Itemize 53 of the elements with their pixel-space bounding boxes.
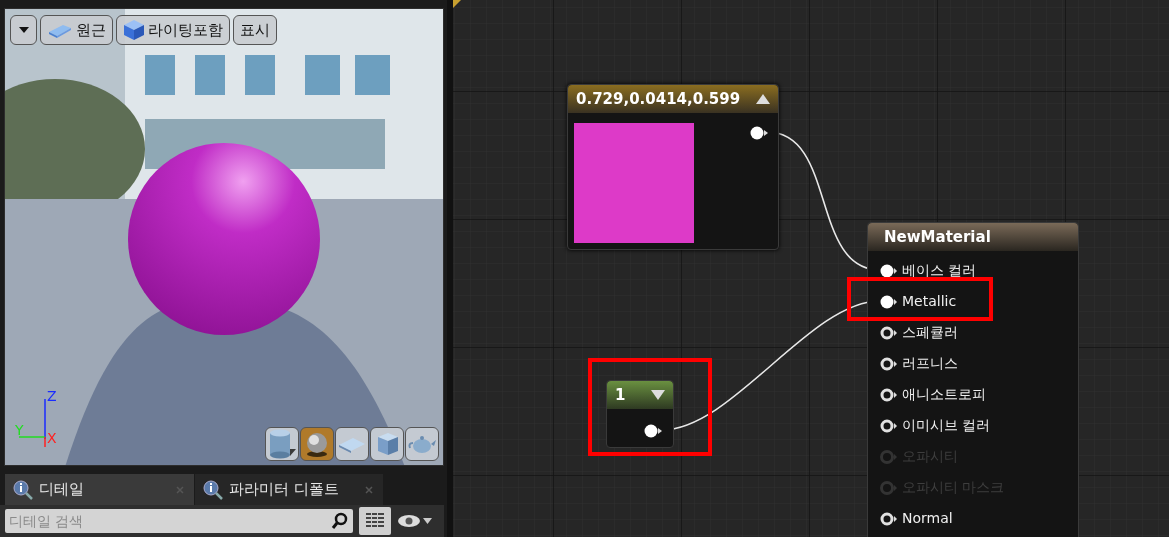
output-pin-icon[interactable] xyxy=(750,126,768,140)
preview-shape-button[interactable] xyxy=(335,427,369,461)
preview-shape-button[interactable] xyxy=(300,427,334,461)
panel-tab[interactable]: 디테일 xyxy=(5,474,194,505)
collapse-icon[interactable] xyxy=(756,94,770,104)
input-pin-icon[interactable] xyxy=(880,387,898,402)
pin-label: 스페큘러 xyxy=(902,323,958,342)
preview-shape-button[interactable] xyxy=(405,427,439,461)
close-icon xyxy=(176,485,184,494)
eye-icon xyxy=(397,514,421,528)
info-search-icon xyxy=(13,479,33,500)
pin-label: Metallic xyxy=(902,292,957,311)
camera-icon xyxy=(47,22,73,38)
grid-icon xyxy=(366,513,384,529)
pin-label: 애니소트로피 xyxy=(902,385,986,404)
panel-tab[interactable]: 파라미터 디폴트 xyxy=(195,474,383,505)
node-title: NewMaterial xyxy=(884,226,991,248)
caret-icon xyxy=(423,518,432,524)
corner-marker-icon xyxy=(453,0,461,8)
input-pin-icon[interactable] xyxy=(880,356,898,371)
viewport-button[interactable]: 라이팅포함 xyxy=(116,15,230,45)
cylinder-icon xyxy=(267,429,297,459)
z-axis-label: Z xyxy=(47,389,57,403)
viewport-button[interactable]: 원근 xyxy=(40,15,113,45)
preview-shape-button[interactable] xyxy=(370,427,404,461)
input-pin-icon[interactable] xyxy=(880,511,898,526)
input-pin-icon[interactable] xyxy=(880,263,898,278)
grid-view-button[interactable] xyxy=(359,507,391,535)
search-icon xyxy=(331,512,349,530)
pin-label: 이미시브 컬러 xyxy=(902,416,991,435)
input-pin-icon[interactable] xyxy=(880,294,898,309)
x-axis-label: X xyxy=(47,431,57,445)
caret-icon xyxy=(18,27,29,33)
search-field[interactable]: 디테일 검색 xyxy=(5,509,353,533)
viewport-button[interactable]: 표시 xyxy=(233,15,277,45)
constant-node[interactable]: 1 xyxy=(606,380,674,448)
input-pin-icon[interactable] xyxy=(880,325,898,340)
color-node[interactable]: 0.729,0.0414,0.599 xyxy=(567,84,779,250)
info-search-icon xyxy=(203,479,223,500)
pin-label: 러프니스 xyxy=(902,354,958,373)
input-pin-icon[interactable] xyxy=(880,418,898,433)
pin-label: Normal xyxy=(902,509,953,528)
preview-shape-button[interactable] xyxy=(265,427,299,461)
dropdown-button[interactable] xyxy=(10,15,37,45)
expand-icon[interactable] xyxy=(651,390,665,400)
pin-label: 베이스 컬러 xyxy=(902,261,977,280)
close-icon xyxy=(365,485,373,494)
y-axis-label: Y xyxy=(15,423,24,437)
output-pin-icon[interactable] xyxy=(644,424,662,438)
node-title: 1 xyxy=(615,384,626,406)
cube-icon xyxy=(123,19,145,41)
visibility-button[interactable] xyxy=(397,514,432,528)
node-title: 0.729,0.0414,0.599 xyxy=(576,88,741,110)
